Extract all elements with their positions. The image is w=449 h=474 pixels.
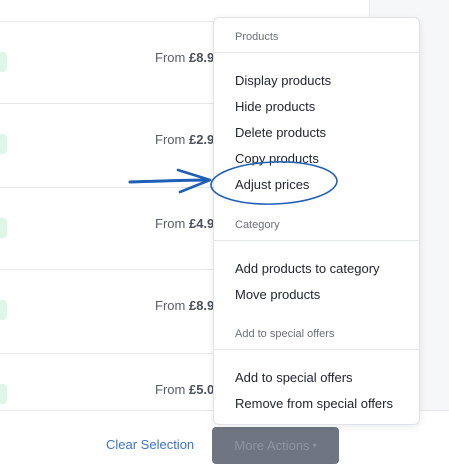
menu-divider	[214, 349, 419, 350]
more-actions-menu: Products Display products Hide products …	[213, 17, 420, 425]
menu-item-add-special-offers[interactable]: Add to special offers	[235, 370, 353, 385]
menu-section-special-offers: Add to special offers	[235, 328, 335, 340]
menu-divider	[214, 240, 419, 241]
status-tag	[0, 384, 7, 404]
menu-section-category: Category	[235, 219, 280, 231]
more-actions-button[interactable]: More Actions ▾	[212, 427, 339, 464]
menu-section-products: Products	[235, 31, 279, 43]
menu-item-hide-products[interactable]: Hide products	[235, 99, 315, 114]
menu-item-display-products[interactable]: Display products	[235, 73, 331, 88]
menu-item-move-products[interactable]: Move products	[235, 287, 320, 302]
clear-selection-link[interactable]: Clear Selection	[106, 437, 194, 452]
caret-down-icon: ▾	[312, 441, 317, 450]
menu-item-delete-products[interactable]: Delete products	[235, 125, 326, 140]
status-tag	[0, 52, 7, 72]
price-text: From £4.9	[155, 216, 215, 231]
more-actions-label: More Actions	[234, 438, 310, 453]
price-text: From £2.9	[155, 132, 215, 147]
menu-item-remove-special-offers[interactable]: Remove from special offers	[235, 396, 393, 411]
status-tag	[0, 300, 7, 320]
status-tag	[0, 218, 7, 238]
price-text: From £8.9	[155, 50, 215, 65]
menu-item-copy-products[interactable]: Copy products	[235, 151, 319, 166]
status-tag	[0, 134, 7, 154]
menu-item-adjust-prices[interactable]: Adjust prices	[235, 177, 309, 192]
menu-item-add-to-category[interactable]: Add products to category	[235, 261, 380, 276]
menu-divider	[214, 52, 419, 53]
price-text: From £8.9	[155, 298, 215, 313]
price-text: From £5.0	[155, 382, 215, 397]
